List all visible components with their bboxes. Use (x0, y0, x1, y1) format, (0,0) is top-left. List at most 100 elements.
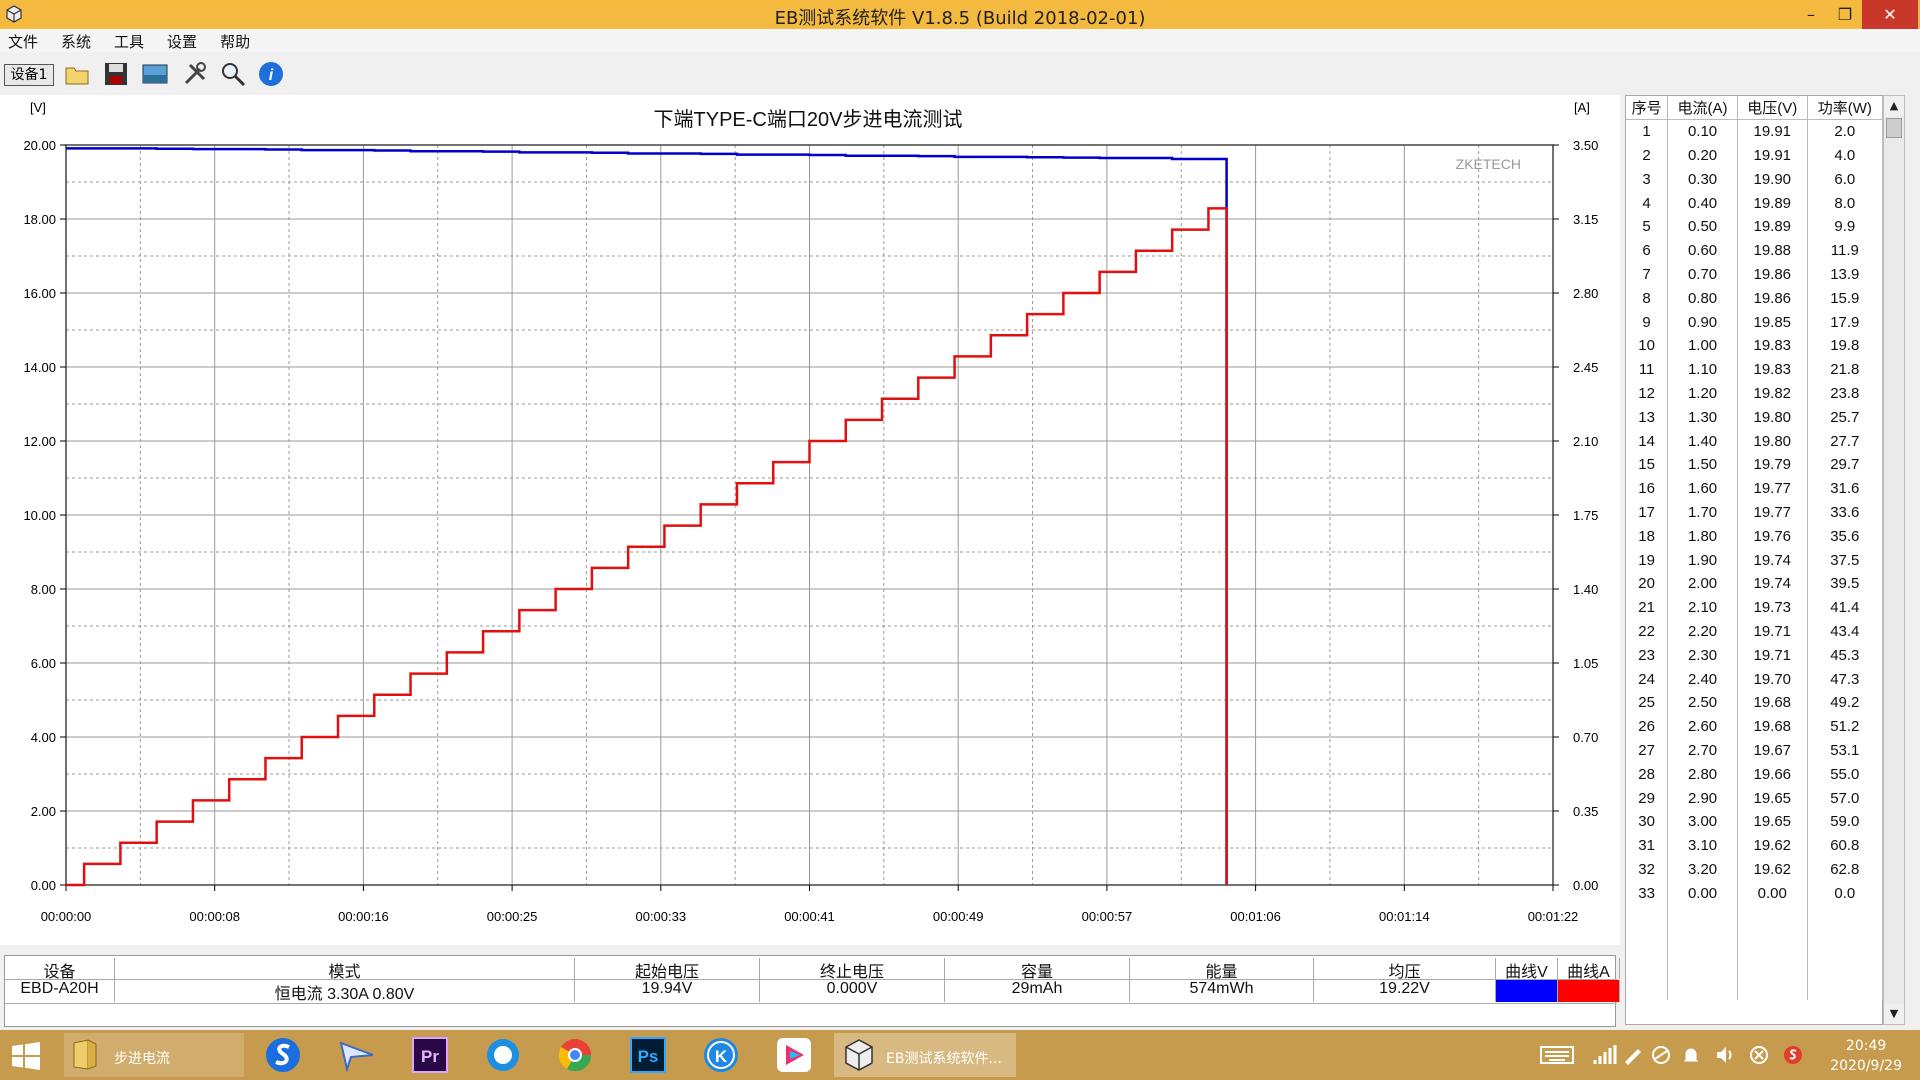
row-voltage: 19.66 (1737, 762, 1808, 787)
menu-tools[interactable]: 工具 (114, 29, 144, 52)
table-row[interactable]: 12 1.20 19.82 23.8 (1626, 381, 1884, 406)
table-row[interactable]: 22 2.20 19.71 43.4 (1626, 619, 1884, 644)
table-row[interactable]: 28 2.80 19.66 55.0 (1626, 762, 1884, 787)
tray-close-circle-icon[interactable] (1748, 1044, 1770, 1066)
windows-start-icon[interactable] (12, 1042, 40, 1070)
table-row[interactable]: 29 2.90 19.65 57.0 (1626, 786, 1884, 810)
restore-icon[interactable]: ❐ (1826, 0, 1864, 29)
x-tick-label: 00:00:49 (933, 909, 984, 924)
keyboard-icon[interactable] (1540, 1044, 1574, 1066)
row-current: 3.00 (1667, 809, 1738, 834)
scroll-up-icon[interactable]: ▲ (1884, 96, 1904, 116)
tray-cloud-icon[interactable] (1650, 1044, 1672, 1066)
col-voltage-header: 电压(V) (1737, 96, 1808, 121)
table-row[interactable]: 30 3.00 19.65 59.0 (1626, 809, 1884, 834)
empty-cell (1626, 952, 1669, 977)
save-icon[interactable] (101, 59, 131, 89)
youku-icon[interactable] (774, 1033, 814, 1077)
table-row[interactable]: 27 2.70 19.67 53.1 (1626, 738, 1884, 763)
row-index: 26 (1626, 714, 1669, 739)
sogou-tray-icon[interactable] (1782, 1044, 1804, 1066)
table-row[interactable]: 8 0.80 19.86 15.9 (1626, 286, 1884, 311)
table-row[interactable]: 11 1.10 19.83 21.8 (1626, 357, 1884, 382)
system-clock[interactable]: 20:49 2020/9/29 (1830, 1036, 1902, 1076)
table-row[interactable]: 3 0.30 19.90 6.0 (1626, 167, 1884, 192)
device-select-button[interactable]: 设备1 (4, 64, 54, 86)
table-row[interactable]: 6 0.60 19.88 11.9 (1626, 238, 1884, 263)
network-icon[interactable] (1593, 1044, 1617, 1066)
table-row[interactable]: 5 0.50 19.89 9.9 (1626, 214, 1884, 239)
open-folder-icon[interactable] (62, 59, 92, 89)
chart-panel: 0.00 2.00 4.00 6.00 8.00 10.00 12.00 14.00 16.00… (0, 95, 1620, 945)
table-row[interactable]: 4 0.40 19.89 8.0 (1626, 191, 1884, 215)
svg-text:K: K (715, 1047, 728, 1066)
table-row[interactable]: 32 3.20 19.62 62.8 (1626, 857, 1884, 882)
right-tick-label: 0.70 (1573, 730, 1598, 745)
curve-a-swatch[interactable] (1558, 980, 1620, 1002)
menu-settings[interactable]: 设置 (167, 29, 197, 52)
toolbar: 设备1 i (0, 53, 1920, 93)
table-row[interactable]: 14 1.40 19.80 27.7 (1626, 429, 1884, 453)
taskbar-eb-software[interactable]: EB测试系统软件... (834, 1033, 1016, 1077)
browser-icon[interactable] (483, 1033, 523, 1077)
menu-system[interactable]: 系统 (61, 29, 91, 52)
row-power: 39.5 (1807, 571, 1884, 596)
row-voltage: 19.91 (1737, 143, 1808, 168)
table-row[interactable]: 13 1.30 19.80 25.7 (1626, 405, 1884, 430)
table-row[interactable]: 25 2.50 19.68 49.2 (1626, 690, 1884, 715)
row-index: 32 (1626, 857, 1669, 882)
empty-cell (1807, 952, 1884, 977)
row-power: 9.9 (1807, 214, 1884, 239)
volume-icon[interactable] (1714, 1044, 1736, 1066)
table-row[interactable]: 2 0.20 19.91 4.0 (1626, 143, 1884, 168)
row-current: 0.00 (1667, 881, 1738, 906)
curve-v-swatch[interactable] (1496, 980, 1558, 1002)
table-row[interactable]: 20 2.00 19.74 39.5 (1626, 571, 1884, 596)
table-row[interactable]: 15 1.50 19.79 29.7 (1626, 452, 1884, 477)
tools-icon[interactable] (180, 59, 210, 89)
row-voltage: 19.74 (1737, 548, 1808, 572)
info-header-capacity: 容量 (945, 958, 1130, 981)
table-row[interactable]: 19 1.90 19.74 37.5 (1626, 548, 1884, 572)
table-row[interactable]: 16 1.60 19.77 31.6 (1626, 476, 1884, 501)
photoshop-icon[interactable]: Ps (628, 1033, 668, 1077)
menu-help[interactable]: 帮助 (220, 29, 250, 52)
table-row[interactable]: 18 1.80 19.76 35.6 (1626, 524, 1884, 549)
scroll-thumb[interactable] (1886, 118, 1902, 138)
tray-bell-icon[interactable] (1680, 1044, 1702, 1066)
info-energy: 574mWh (1130, 980, 1314, 1002)
table-row[interactable]: 26 2.60 19.68 51.2 (1626, 714, 1884, 739)
table-row[interactable]: 21 2.10 19.73 41.4 (1626, 595, 1884, 620)
row-power: 21.8 (1807, 357, 1884, 382)
table-row[interactable]: 17 1.70 19.77 33.6 (1626, 500, 1884, 525)
row-power: 33.6 (1807, 500, 1884, 525)
premiere-icon[interactable]: Pr (410, 1033, 450, 1077)
taskbar-explorer[interactable]: 步进电流 (64, 1033, 244, 1077)
table-row[interactable]: 1 0.10 19.91 2.0 (1626, 119, 1884, 144)
table-row[interactable]: 23 2.30 19.71 45.3 (1626, 643, 1884, 668)
table-row[interactable]: 24 2.40 19.70 47.3 (1626, 667, 1884, 691)
table-row[interactable]: 10 1.00 19.83 19.8 (1626, 333, 1884, 358)
table-row[interactable]: 7 0.70 19.86 13.9 (1626, 262, 1884, 287)
minimize-icon[interactable]: – (1792, 0, 1830, 29)
kugou-icon[interactable]: K (701, 1033, 741, 1077)
close-icon[interactable]: ✕ (1862, 0, 1918, 29)
row-index: 33 (1626, 881, 1669, 906)
info-divider (5, 1003, 1617, 1004)
table-scrollbar[interactable]: ▲ ▼ (1883, 95, 1905, 1025)
bird-app-icon[interactable] (337, 1033, 377, 1077)
table-row[interactable]: 31 3.10 19.62 60.8 (1626, 833, 1884, 858)
info-icon[interactable]: i (256, 59, 286, 89)
chrome-icon[interactable] (555, 1033, 595, 1077)
scroll-down-icon[interactable]: ▼ (1884, 1004, 1904, 1024)
sogou-icon[interactable] (263, 1033, 303, 1077)
svg-text:Pr: Pr (421, 1047, 439, 1066)
image-icon[interactable] (140, 59, 170, 89)
row-voltage: 19.68 (1737, 714, 1808, 739)
table-row[interactable]: 9 0.90 19.85 17.9 (1626, 310, 1884, 334)
search-icon[interactable] (218, 59, 248, 89)
tray-pen-icon[interactable] (1622, 1044, 1644, 1066)
menu-file[interactable]: 文件 (8, 29, 38, 52)
row-index: 27 (1626, 738, 1669, 763)
table-row[interactable]: 33 0.00 0.00 0.0 (1626, 881, 1884, 906)
